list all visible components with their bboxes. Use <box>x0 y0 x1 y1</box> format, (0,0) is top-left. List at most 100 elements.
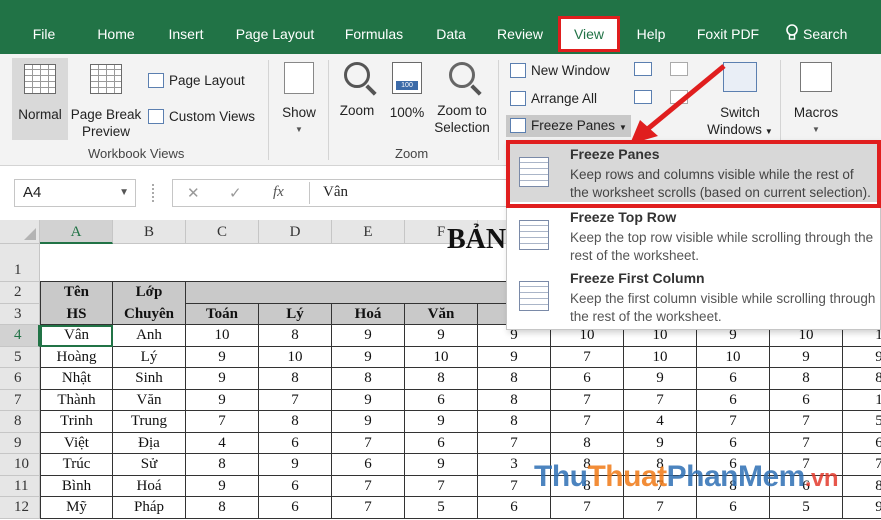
table-cell[interactable]: 8 <box>478 368 551 390</box>
table-cell[interactable]: 7 <box>478 432 551 454</box>
table-cell[interactable]: 8 <box>259 368 332 390</box>
table-cell[interactable]: 5 <box>770 497 843 519</box>
column-header[interactable]: E <box>332 220 405 244</box>
table-cell[interactable]: 6 <box>259 475 332 497</box>
table-cell[interactable]: 7 <box>551 346 624 368</box>
table-cell[interactable]: 10 <box>186 325 259 347</box>
table-cell[interactable]: 6 <box>770 389 843 411</box>
table-cell[interactable]: 9 <box>405 411 478 433</box>
view-side-by-side-icon[interactable] <box>670 62 688 76</box>
enter-icon[interactable]: ✓ <box>229 184 242 202</box>
table-cell[interactable]: 7 <box>405 475 478 497</box>
table-cell[interactable]: Pháp <box>113 497 186 519</box>
table-cell[interactable]: 6 <box>697 432 770 454</box>
row-header[interactable]: 9 <box>0 432 40 454</box>
table-cell[interactable]: 9 <box>186 368 259 390</box>
search-box[interactable]: Search <box>785 14 847 54</box>
table-cell[interactable]: 7 <box>259 389 332 411</box>
table-cell[interactable]: 7 <box>332 432 405 454</box>
header-cell-ten[interactable]: Tên <box>40 282 113 304</box>
table-cell[interactable]: 1 <box>843 390 881 411</box>
table-cell[interactable]: 8 <box>843 476 881 497</box>
table-cell[interactable]: 9 <box>624 368 697 390</box>
row-header[interactable]: 10 <box>0 454 40 476</box>
table-cell[interactable]: 8 <box>405 368 478 390</box>
header-cell[interactable]: HS <box>40 303 113 325</box>
table-cell[interactable]: 9 <box>843 497 881 519</box>
table-cell[interactable]: 9 <box>770 346 843 368</box>
tab-view[interactable]: View <box>558 16 620 52</box>
table-cell[interactable]: Bình <box>40 475 113 497</box>
table-cell[interactable]: Địa <box>113 432 186 454</box>
table-cell[interactable]: 7 <box>770 411 843 433</box>
show-button[interactable]: Show ▼ <box>274 62 324 138</box>
table-cell[interactable]: 6 <box>697 368 770 390</box>
tab-review[interactable]: Review <box>488 14 552 54</box>
table-cell[interactable]: 6 <box>259 432 332 454</box>
tab-insert[interactable]: Insert <box>156 14 216 54</box>
table-cell[interactable]: Anh <box>113 325 186 347</box>
zoom-100-button[interactable]: 100 100% <box>386 62 428 121</box>
table-cell[interactable]: 7 <box>332 497 405 519</box>
table-cell[interactable]: Hoá <box>113 475 186 497</box>
table-cell[interactable]: 9 <box>259 454 332 476</box>
insert-function-icon[interactable]: fx <box>273 184 284 201</box>
row-header[interactable]: 5 <box>0 346 40 368</box>
row-header[interactable]: 1 <box>0 244 40 282</box>
freeze-panes-button[interactable]: Freeze Panes ▼ <box>506 115 631 137</box>
zoom-button[interactable]: Zoom <box>334 62 380 119</box>
menu-item-freeze-panes[interactable]: Freeze Panes Keep rows and columns visib… <box>507 141 881 202</box>
table-cell[interactable]: Vân <box>40 325 113 347</box>
arrange-all-button[interactable]: Arrange All <box>510 88 597 110</box>
table-cell[interactable]: 9 <box>186 346 259 368</box>
sync-scrolling-icon[interactable] <box>670 90 688 104</box>
row-header[interactable]: 7 <box>0 389 40 411</box>
table-cell[interactable]: 6 <box>332 454 405 476</box>
table-cell[interactable]: 8 <box>478 389 551 411</box>
table-cell[interactable]: 7 <box>770 432 843 454</box>
table-cell[interactable]: Sử <box>113 454 186 476</box>
table-cell[interactable]: 8 <box>843 368 881 390</box>
table-cell[interactable]: 6 <box>697 497 770 519</box>
tab-file[interactable]: File <box>14 14 74 54</box>
table-cell[interactable]: 7 <box>551 389 624 411</box>
table-cell[interactable]: 9 <box>332 389 405 411</box>
table-cell[interactable]: 6 <box>551 368 624 390</box>
column-header[interactable]: B <box>113 220 186 244</box>
table-cell[interactable]: 7 <box>186 411 259 433</box>
table-cell[interactable]: Trung <box>113 411 186 433</box>
table-cell[interactable]: 5 <box>405 497 478 519</box>
column-header[interactable]: D <box>259 220 332 244</box>
row-header[interactable]: 6 <box>0 368 40 390</box>
page-break-preview-button[interactable]: Page Break Preview <box>70 64 142 140</box>
table-cell[interactable]: 8 <box>332 368 405 390</box>
table-cell[interactable]: Thành <box>40 389 113 411</box>
table-cell[interactable]: 6 <box>259 497 332 519</box>
table-cell[interactable]: 9 <box>405 454 478 476</box>
table-cell[interactable]: 7 <box>697 411 770 433</box>
table-cell[interactable]: 8 <box>478 411 551 433</box>
normal-view-button[interactable]: Normal <box>14 64 66 123</box>
custom-views-button[interactable]: Custom Views <box>148 106 255 128</box>
table-cell[interactable]: 9 <box>186 475 259 497</box>
macros-button[interactable]: Macros ▼ <box>786 62 846 138</box>
select-all-corner[interactable] <box>0 220 40 244</box>
table-cell[interactable]: 7 <box>624 497 697 519</box>
hide-icon[interactable] <box>634 90 652 104</box>
table-cell[interactable]: 6 <box>405 432 478 454</box>
row-header[interactable]: 2 <box>0 282 40 304</box>
header-cell[interactable]: Văn <box>405 303 478 325</box>
new-window-button[interactable]: New Window <box>510 60 610 82</box>
header-cell[interactable]: Lý <box>259 303 332 325</box>
table-cell[interactable]: 8 <box>259 325 332 347</box>
tab-data[interactable]: Data <box>424 14 478 54</box>
tab-foxit-pdf[interactable]: Foxit PDF <box>688 14 768 54</box>
table-cell[interactable]: 10 <box>697 346 770 368</box>
table-cell[interactable]: Trúc <box>40 454 113 476</box>
table-cell[interactable]: 10 <box>405 346 478 368</box>
header-cell-lop[interactable]: Lớp <box>113 282 186 304</box>
row-header[interactable]: 8 <box>0 411 40 433</box>
table-cell[interactable]: 6 <box>697 389 770 411</box>
table-cell[interactable]: Việt <box>40 432 113 454</box>
table-cell[interactable]: 6 <box>843 433 881 454</box>
